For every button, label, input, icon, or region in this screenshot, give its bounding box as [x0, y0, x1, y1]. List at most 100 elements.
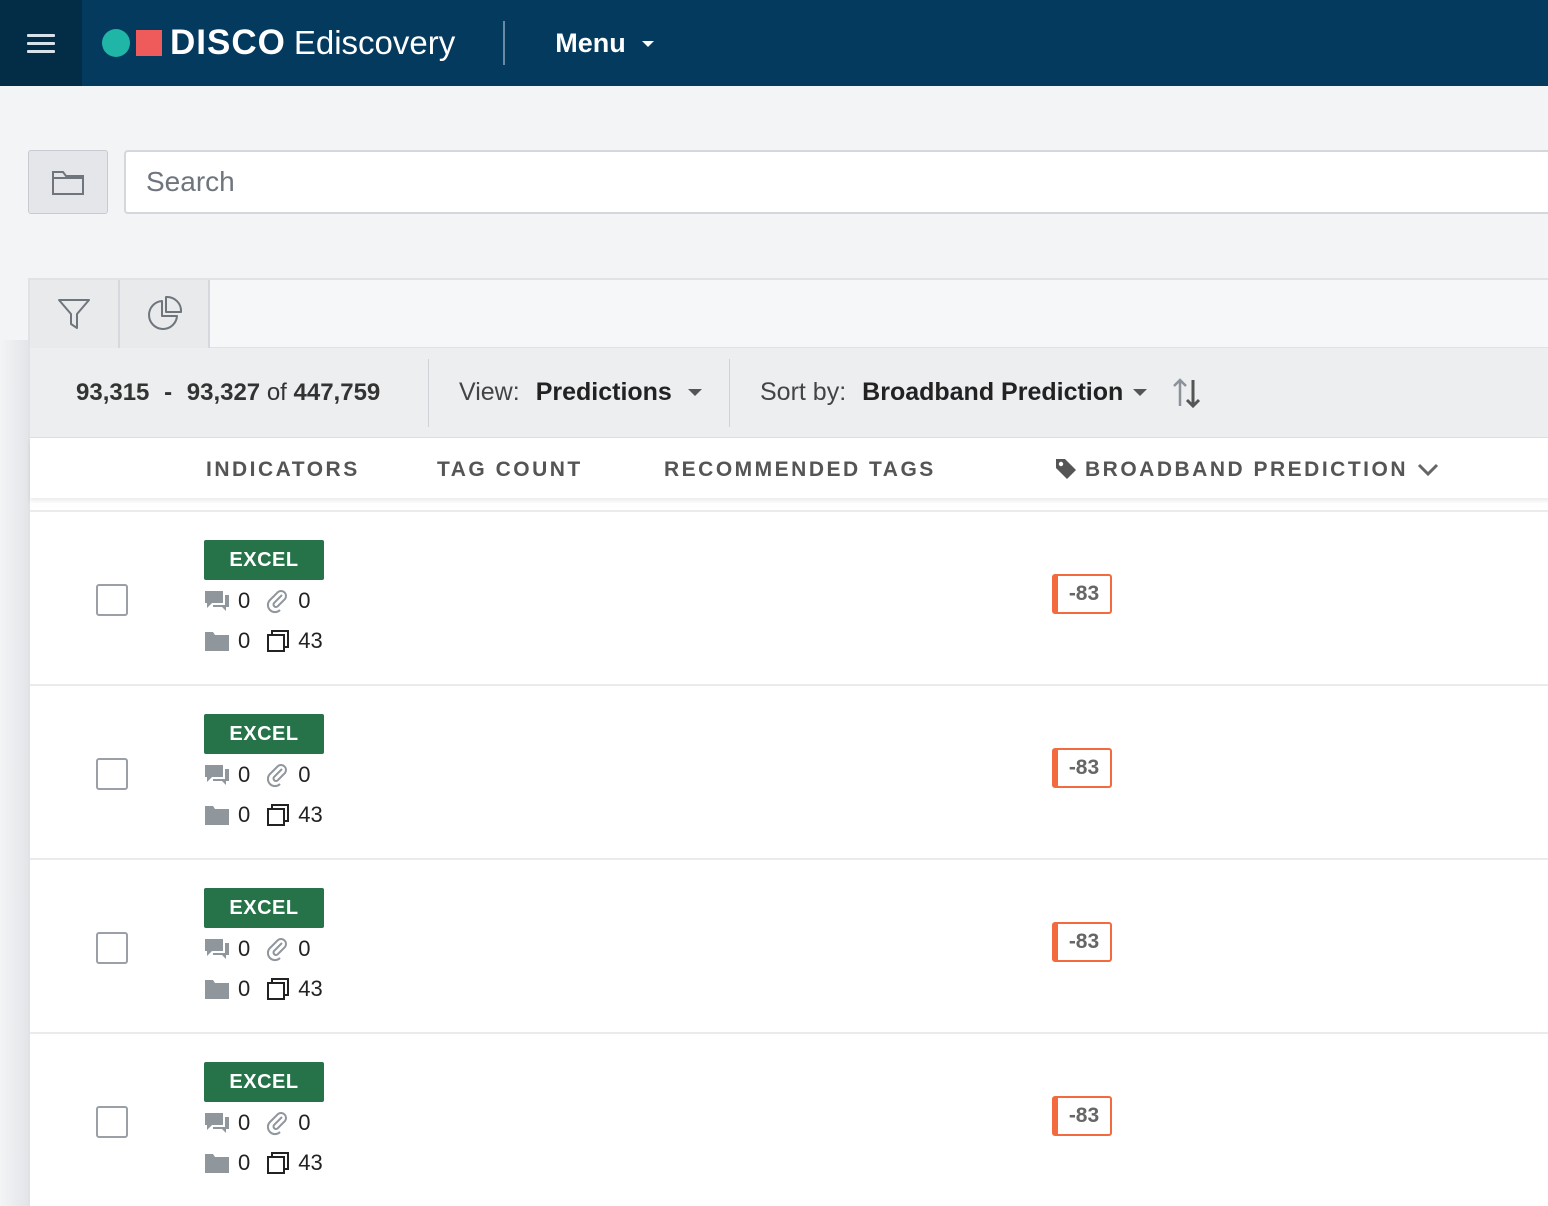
logo-square	[136, 30, 162, 56]
page-count: 43	[298, 802, 323, 827]
pages-icon	[267, 978, 290, 1000]
search-input[interactable]	[126, 166, 1548, 198]
col-broadband-prediction[interactable]: BROADBAND PREDICTION	[1085, 458, 1408, 482]
sort-label: Sort by:	[760, 378, 847, 406]
table-row[interactable]: EXCEL 0 0 0 43 -83	[30, 858, 1548, 1032]
page-count: 43	[298, 976, 323, 1001]
indicator-line-1: 0 0	[204, 936, 327, 962]
indicator-line-2: 0 43	[204, 802, 339, 828]
paperclip-icon	[267, 764, 288, 788]
row-checkbox[interactable]	[96, 932, 128, 964]
indicator-line-2: 0 43	[204, 628, 339, 654]
column-headers: INDICATORS TAG COUNT RECOMMENDED TAGS BR…	[30, 438, 1548, 498]
file-type-badge: EXCEL	[204, 888, 324, 928]
pages-icon	[267, 804, 290, 826]
comment-icon	[205, 765, 229, 785]
table-row[interactable]: EXCEL 0 0 0 43 -83	[30, 510, 1548, 684]
folder-button[interactable]	[28, 150, 108, 214]
filter-icon	[58, 299, 90, 329]
folder-small-icon	[205, 632, 229, 651]
brand-name: DISCO	[170, 23, 286, 62]
paperclip-icon	[267, 590, 288, 614]
attachment-count: 0	[298, 1110, 311, 1135]
brand-logo[interactable]: DISCO Ediscovery	[102, 0, 455, 86]
menu-label: Menu	[555, 27, 626, 58]
pages-icon	[267, 1152, 290, 1174]
panel-shadow	[0, 340, 28, 1206]
prediction-score[interactable]: -83	[1052, 1096, 1112, 1136]
chevron-down-icon[interactable]	[1416, 462, 1440, 478]
menu-dropdown[interactable]: Menu	[555, 28, 654, 59]
folder-count: 0	[238, 1150, 251, 1175]
folder-icon	[52, 171, 84, 195]
folder-small-icon	[205, 806, 229, 825]
hamburger-icon[interactable]	[0, 0, 82, 86]
indicator-line-1: 0 0	[204, 588, 327, 614]
prediction-score[interactable]: -83	[1052, 574, 1112, 614]
comment-icon	[205, 591, 229, 611]
comment-count: 0	[238, 762, 251, 787]
folder-small-icon	[205, 980, 229, 999]
comment-icon	[205, 939, 229, 959]
pages-icon	[267, 630, 290, 652]
folder-count: 0	[238, 802, 251, 827]
page-count: 43	[298, 1150, 323, 1175]
col-tag-count[interactable]: TAG COUNT	[437, 458, 583, 482]
range-end: 93,327	[186, 378, 261, 406]
file-type-badge: EXCEL	[204, 714, 324, 754]
indicator-line-2: 0 43	[204, 976, 339, 1002]
view-dropdown[interactable]: View: Predictions	[459, 378, 729, 407]
top-bar: DISCO Ediscovery Menu	[0, 0, 1548, 86]
search-box	[124, 150, 1548, 214]
results-toolbar: 93,315 - 93,327 of 447,759 View: Predict…	[30, 348, 1548, 438]
toolbar-divider	[729, 358, 730, 427]
range-separator: -	[164, 378, 173, 406]
comment-count: 0	[238, 588, 251, 613]
row-checkbox[interactable]	[96, 758, 128, 790]
row-checkbox[interactable]	[96, 1106, 128, 1138]
col-indicators[interactable]: INDICATORS	[206, 458, 360, 482]
folder-small-icon	[205, 1154, 229, 1173]
prediction-score[interactable]: -83	[1052, 748, 1112, 788]
range-start: 93,315	[76, 378, 150, 406]
tab-filter[interactable]	[30, 280, 120, 348]
folder-count: 0	[238, 976, 251, 1001]
file-type-badge: EXCEL	[204, 540, 324, 580]
view-label: View:	[459, 378, 520, 406]
panel-tabs	[30, 280, 1548, 348]
prediction-score[interactable]: -83	[1052, 922, 1112, 962]
caret-down-icon	[1133, 389, 1148, 396]
caret-down-icon	[687, 389, 702, 396]
tag-icon	[1056, 459, 1076, 479]
toolbar-divider	[428, 358, 429, 427]
paperclip-icon	[267, 1112, 288, 1136]
col-recommended-tags[interactable]: RECOMMENDED TAGS	[664, 458, 936, 482]
indicator-line-1: 0 0	[204, 762, 327, 788]
results-panel: 93,315 - 93,327 of 447,759 View: Predict…	[28, 278, 1548, 1206]
comment-count: 0	[238, 1110, 251, 1135]
attachment-count: 0	[298, 762, 311, 787]
pie-chart-icon	[148, 295, 183, 330]
table-row[interactable]: EXCEL 0 0 0 43 -83	[30, 1032, 1548, 1206]
results-list: EXCEL 0 0 0 43 -83 EXCEL 0 0 0 43 -83 EX…	[30, 510, 1548, 1206]
range-total: 447,759	[293, 378, 381, 406]
file-type-badge: EXCEL	[204, 1062, 324, 1102]
indicator-line-2: 0 43	[204, 1150, 339, 1176]
attachment-count: 0	[298, 936, 311, 961]
tab-analytics[interactable]	[120, 280, 210, 348]
page-count: 43	[298, 628, 323, 653]
table-row[interactable]: EXCEL 0 0 0 43 -83	[30, 684, 1548, 858]
comment-count: 0	[238, 936, 251, 961]
logo-dot	[102, 29, 130, 57]
view-value: Predictions	[535, 378, 672, 406]
comment-icon	[205, 1113, 229, 1133]
brand-subtitle: Ediscovery	[293, 24, 456, 61]
row-checkbox[interactable]	[96, 584, 128, 616]
header-divider	[503, 21, 506, 65]
paperclip-icon	[267, 938, 288, 962]
indicator-line-1: 0 0	[204, 1110, 327, 1136]
sort-icon[interactable]	[1171, 376, 1203, 410]
caret-down-icon	[641, 41, 654, 47]
sort-dropdown[interactable]: Sort by: Broadband Prediction	[760, 378, 1148, 407]
range-of: of	[266, 378, 287, 406]
